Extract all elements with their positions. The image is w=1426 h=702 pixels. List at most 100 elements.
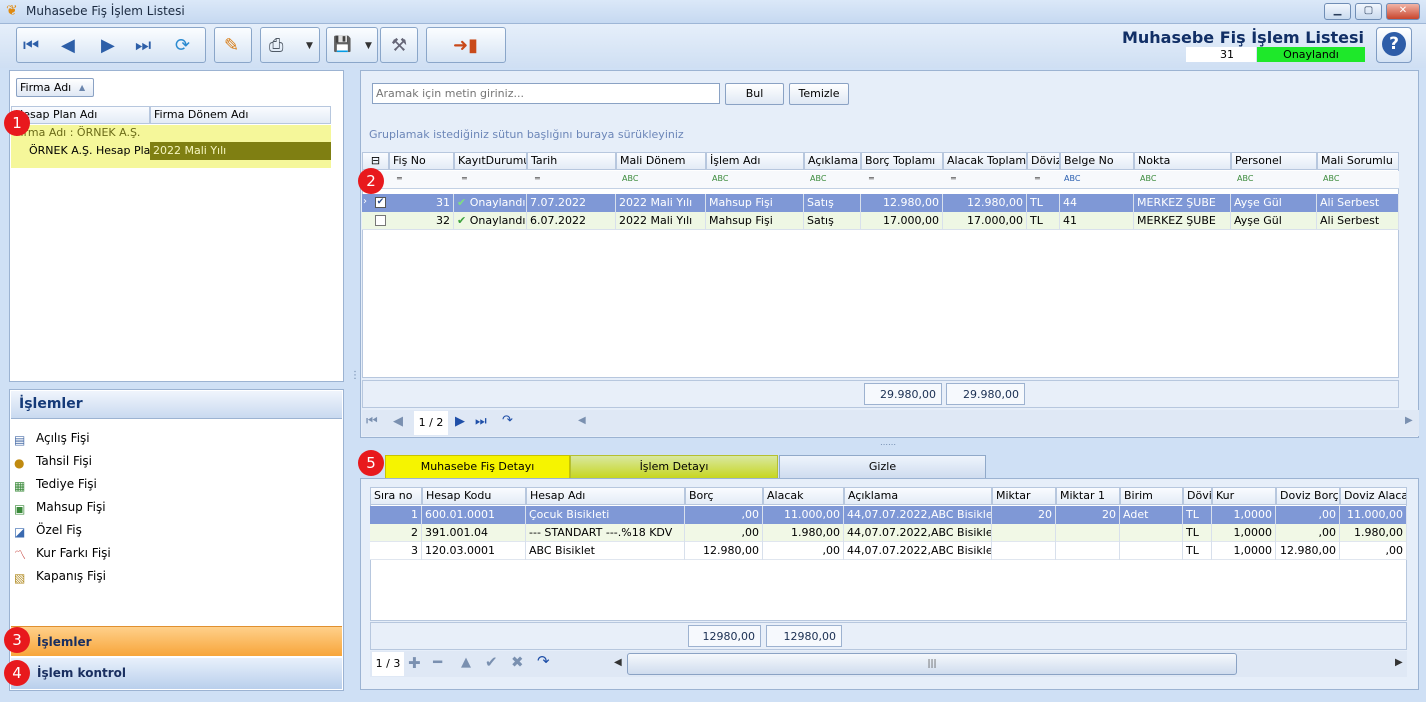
menu-kapanis-fisi[interactable]: ▧ Kapanış Fişi	[14, 567, 106, 585]
table-row[interactable]: › ✔ 31 ✔ Onaylandı 7.07.2022 2022 Mali Y…	[362, 194, 1399, 212]
cancel-edit-icon[interactable]: ✖	[511, 653, 524, 671]
dcol-alacak[interactable]: Alacak	[763, 487, 844, 505]
filter-text-icon[interactable]: ABC	[1064, 174, 1080, 183]
tab-muhasebe-fis-detayi[interactable]: Muhasebe Fiş Detayı	[385, 455, 570, 478]
filter-text-icon[interactable]: ABC	[1323, 174, 1339, 183]
detail-row[interactable]: 3 120.03.0001 ABC Bisiklet 12.980,00 ,00…	[370, 542, 1407, 560]
dcol-doviz-borc[interactable]: Doviz Borç	[1276, 487, 1340, 505]
find-button[interactable]: Bul	[725, 83, 784, 105]
last-record-icon[interactable]: ⏭	[135, 35, 151, 56]
dcol-birim[interactable]: Birim	[1120, 487, 1183, 505]
filter-equals-icon[interactable]: ═	[1035, 174, 1040, 183]
delete-row-icon[interactable]: ━	[433, 653, 442, 671]
vertical-splitter[interactable]: ⋮	[350, 370, 360, 381]
filter-text-icon[interactable]: ABC	[1140, 174, 1156, 183]
col-hesap-plan-adi[interactable]: Hesap Plan Adı	[11, 106, 150, 124]
filter-equals-icon[interactable]: ═	[535, 174, 540, 183]
detail-hscroll-right-icon[interactable]: ▶	[1395, 657, 1403, 668]
col-personel[interactable]: Personel	[1231, 152, 1317, 170]
col-firma-donem-adi[interactable]: Firma Dönem Adı	[150, 106, 331, 124]
help-button[interactable]: ?	[1376, 27, 1412, 63]
print-dropdown-icon[interactable]: ▼	[306, 41, 313, 51]
filter-equals-icon[interactable]: ═	[869, 174, 874, 183]
hscroll-left-icon[interactable]: ◀	[578, 415, 586, 426]
settings-button[interactable]: ⚒	[380, 27, 418, 63]
filter-text-icon[interactable]: ABC	[712, 174, 728, 183]
horizontal-splitter[interactable]: ⋯⋯	[880, 440, 896, 449]
filter-equals-icon[interactable]: ═	[951, 174, 956, 183]
dcol-miktar[interactable]: Miktar	[992, 487, 1056, 505]
row-checkbox[interactable]: ✔	[375, 197, 386, 208]
next-record-icon[interactable]: ▶	[101, 35, 115, 56]
detail-refresh-icon[interactable]: ↷	[537, 652, 550, 670]
dcol-doviz-alacak[interactable]: Doviz Alacak	[1340, 487, 1407, 505]
dcol-borc[interactable]: Borç	[685, 487, 763, 505]
close-button[interactable]: ✕	[1386, 3, 1420, 20]
dcol-sira-no[interactable]: Sıra no	[370, 487, 422, 505]
refresh-icon[interactable]: ⟳	[175, 35, 190, 56]
minimize-button[interactable]: ▁	[1324, 3, 1351, 20]
row-checkbox[interactable]	[375, 215, 386, 226]
col-alacak-toplami[interactable]: Alacak Toplamı	[943, 152, 1027, 170]
dcol-aciklama[interactable]: Açıklama	[844, 487, 992, 505]
col-aciklama[interactable]: Açıklama	[804, 152, 861, 170]
table-row[interactable]: 32 ✔ Onaylandı 6.07.2022 2022 Mali Yılı …	[362, 212, 1399, 230]
pdf-dropdown-icon[interactable]: ▼	[365, 41, 372, 51]
col-belge-no[interactable]: Belge No	[1060, 152, 1134, 170]
pager-refresh-icon[interactable]: ↷	[502, 413, 513, 428]
detail-row[interactable]: 2 391.001.04 --- STANDART ---.%18 KDV ,0…	[370, 524, 1407, 542]
maximize-button[interactable]: ▢	[1355, 3, 1382, 20]
pager-prev-icon[interactable]: ◀	[393, 414, 403, 429]
exit-button[interactable]: ➜▮	[426, 27, 506, 63]
col-mali-sorumlu[interactable]: Mali Sorumlu	[1317, 152, 1399, 170]
edit-button[interactable]: ✎	[214, 27, 252, 63]
col-nokta[interactable]: Nokta	[1134, 152, 1231, 170]
col-tarih[interactable]: Tarih	[527, 152, 616, 170]
dcol-miktar1[interactable]: Miktar 1	[1056, 487, 1120, 505]
menu-ozel-fis[interactable]: ◪ Özel Fiş	[14, 521, 82, 539]
hscroll-right-icon[interactable]: ▶	[1405, 415, 1413, 426]
pager-next-icon[interactable]: ▶	[455, 414, 465, 429]
col-kayit-durumu[interactable]: KayıtDurumu	[454, 152, 527, 170]
search-input[interactable]	[372, 83, 720, 104]
menu-tahsil-fisi[interactable]: ● Tahsil Fişi	[14, 452, 92, 470]
detail-row[interactable]: 1 600.01.0001 Çocuk Bisikleti ,00 11.000…	[370, 506, 1407, 524]
pager-last-icon[interactable]: ⏭	[475, 414, 487, 429]
group-row[interactable]: Firma Adı : ÖRNEK A.Ş.	[11, 125, 331, 142]
tab-islem-detayi[interactable]: İşlem Detayı	[570, 455, 778, 478]
col-mali-donem[interactable]: Mali Dönem	[616, 152, 706, 170]
detail-hscroll-thumb[interactable]: |||	[627, 653, 1237, 675]
first-record-icon[interactable]: ⏮	[23, 35, 39, 56]
filter-equals-icon[interactable]: ═	[397, 174, 402, 183]
filter-text-icon[interactable]: ABC	[1237, 174, 1253, 183]
pager-first-icon[interactable]: ⏮	[366, 414, 378, 429]
dcol-doviz[interactable]: Döviz	[1183, 487, 1212, 505]
col-doviz[interactable]: Döviz	[1027, 152, 1060, 170]
menu-kur-farki-fisi[interactable]: 〽 Kur Farkı Fişi	[14, 544, 111, 562]
filter-text-icon[interactable]: ABC	[622, 174, 638, 183]
tab-gizle[interactable]: Gizle	[779, 455, 986, 478]
prev-record-icon[interactable]: ◀	[61, 35, 75, 56]
group-firma-button[interactable]: Firma Adı ▲	[16, 78, 94, 97]
print-button[interactable]: ⎙ ▼	[260, 27, 320, 63]
dcol-hesap-kodu[interactable]: Hesap Kodu	[422, 487, 526, 505]
dcol-hesap-adi[interactable]: Hesap Adı	[526, 487, 685, 505]
menu-tediye-fisi[interactable]: ▦ Tediye Fişi	[14, 475, 97, 493]
col-islem-adi[interactable]: İşlem Adı	[706, 152, 804, 170]
detail-hscroll-left-icon[interactable]: ◀	[614, 657, 622, 668]
col-fis-no[interactable]: Fiş No	[389, 152, 454, 170]
firm-row[interactable]: ÖRNEK A.Ş. Hesap Planı 2022 Mali Yılı	[11, 142, 331, 160]
bottom-islem-kontrol-button[interactable]: İşlem kontrol	[11, 658, 342, 689]
pdf-save-button[interactable]: 💾 ▼	[326, 27, 378, 63]
filter-text-icon[interactable]: ABC	[810, 174, 826, 183]
col-borc-toplami[interactable]: Borç Toplamı	[861, 152, 943, 170]
menu-mahsup-fisi[interactable]: ▣ Mahsup Fişi	[14, 498, 106, 516]
filter-equals-icon[interactable]: ═	[462, 174, 467, 183]
dcol-kur[interactable]: Kur	[1212, 487, 1276, 505]
confirm-icon[interactable]: ✔	[485, 653, 498, 671]
menu-acilis-fisi[interactable]: ▤ Açılış Fişi	[14, 429, 90, 447]
clear-button[interactable]: Temizle	[789, 83, 849, 105]
move-up-icon[interactable]: ▲	[461, 655, 471, 670]
bottom-islemler-button[interactable]: İşlemler	[11, 626, 342, 656]
select-all-icon[interactable]: ⊟	[362, 152, 389, 170]
